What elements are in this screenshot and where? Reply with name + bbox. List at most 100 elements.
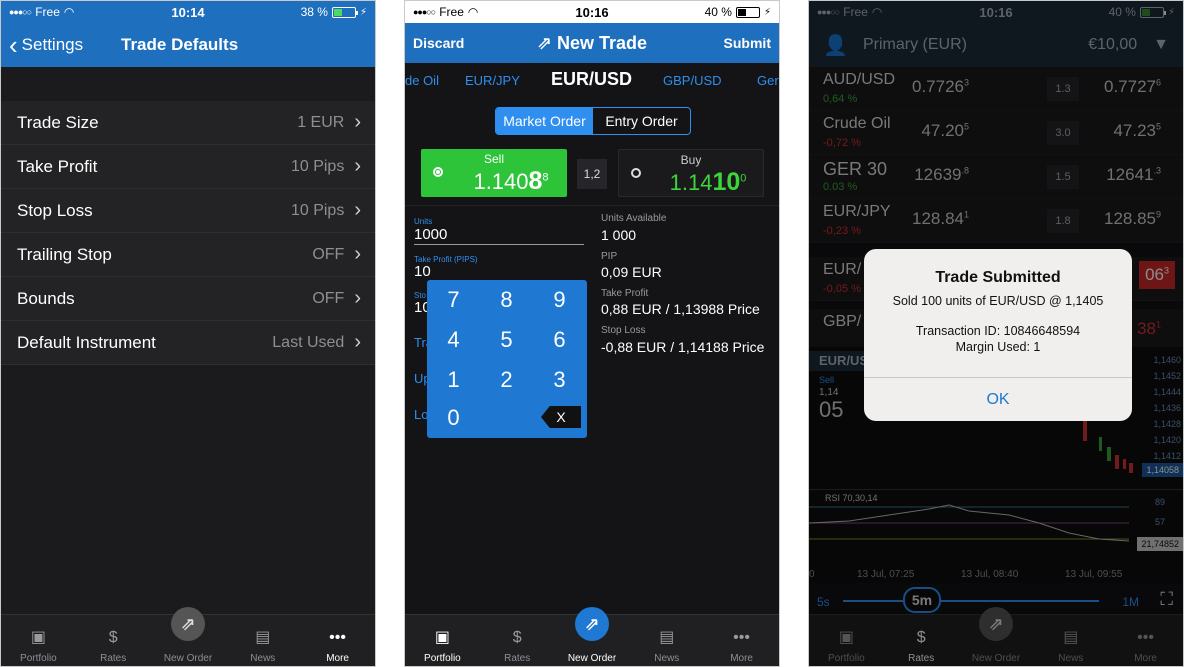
newspaper-icon: ▤ [255, 629, 271, 646]
tab-bar: ▣ Portfolio $ Rates ⇗ New Order ▤ News ••• Mo… [405, 607, 779, 666]
tab-label: New Order [567, 653, 617, 664]
setting-row-default-instrument[interactable]: Default Instrument Last Used › [1, 321, 375, 365]
tab-label: More [326, 653, 349, 664]
chevron-right-icon: › [354, 287, 361, 309]
tab-label: News [654, 653, 680, 664]
key-5[interactable]: 5 [480, 320, 533, 360]
chevron-left-icon: ‹ [9, 30, 18, 60]
setting-label: Stop Loss [17, 200, 93, 220]
market-order-tab[interactable]: Market Order [496, 108, 593, 134]
key-9[interactable]: 9 [533, 280, 586, 320]
chevron-right-icon: › [354, 331, 361, 353]
order-type-segment: Market Order Entry Order [495, 107, 691, 135]
ok-button[interactable]: OK [864, 377, 1132, 421]
take-profit-input[interactable]: 10 [414, 263, 431, 280]
pip-value: 0,09 EUR [601, 264, 662, 280]
sell-price: 1.14088 [455, 167, 567, 196]
buy-price-sup: 0 [740, 172, 747, 185]
chevron-right-icon: › [354, 155, 361, 177]
buy-price-big: 10 [712, 168, 741, 196]
tab-news[interactable]: ▤ News [225, 615, 300, 666]
setting-value: 1 EUR [297, 113, 345, 131]
instrument-tab[interactable]: de Oil [405, 73, 439, 88]
new-order-icon: ⇗ [170, 607, 205, 641]
units-input[interactable]: 1000 [414, 226, 447, 243]
carrier-label: Free [35, 5, 60, 19]
page-title-text: New Trade [557, 32, 648, 53]
delete-key[interactable]: X [541, 406, 581, 428]
key-3[interactable]: 3 [533, 360, 586, 400]
nav-bar: Discard ⇗ New Trade Submit [405, 23, 779, 63]
setting-row-stop-loss[interactable]: Stop Loss 10 Pips › [1, 189, 375, 233]
instrument-tab[interactable]: Ger [757, 73, 779, 88]
tab-new-order[interactable]: ⇗ New Order [555, 607, 630, 666]
buy-button[interactable]: Buy 1.14100 [618, 149, 764, 197]
tab-portfolio[interactable]: ▣ Portfolio [405, 615, 480, 666]
key-4[interactable]: 4 [427, 320, 480, 360]
tab-bar: ▣ Portfolio $ Rates ⇗ New Order ▤ News ••• Mo… [1, 607, 375, 666]
trade-submitted-alert: Trade Submitted Sold 100 units of EUR/US… [864, 249, 1132, 421]
wifi-icon: ◠ [63, 5, 75, 19]
key-8[interactable]: 8 [480, 280, 533, 320]
sell-price-main: 1.140 [473, 169, 529, 194]
newspaper-icon: ▤ [659, 629, 675, 646]
setting-row-take-profit[interactable]: Take Profit 10 Pips › [1, 145, 375, 189]
signal-icon: ●●●○○ [413, 7, 436, 17]
sell-button[interactable]: Sell 1.14088 [421, 149, 567, 197]
key-2[interactable]: 2 [480, 360, 533, 400]
key-1[interactable]: 1 [427, 360, 480, 400]
battery-icon [735, 6, 762, 18]
trade-defaults-screen: ●●●○○ Free ◠ 10:14 38 % ⚡ ‹ Settings Trade D… [0, 0, 376, 667]
chevron-right-icon: › [354, 243, 361, 265]
buy-radio [631, 168, 641, 178]
setting-row-trailing-stop[interactable]: Trailing Stop OFF › [1, 233, 375, 277]
rates-icon: $ [108, 629, 118, 646]
instrument-tab[interactable]: GBP/USD [663, 73, 722, 88]
more-icon: ••• [329, 629, 346, 646]
instrument-tab-selected[interactable]: EUR/USD [551, 69, 632, 90]
sell-label: Sell [483, 152, 504, 166]
entry-order-tab[interactable]: Entry Order [593, 108, 690, 134]
tab-portfolio[interactable]: ▣ Portfolio [1, 615, 76, 666]
rates-icon: $ [512, 629, 522, 646]
sell-radio [433, 167, 443, 177]
units-available-label: Units Available [601, 213, 667, 224]
tab-label: Portfolio [424, 653, 461, 664]
tab-rates[interactable]: $ Rates [480, 615, 555, 666]
setting-row-trade-size[interactable]: Trade Size 1 EUR › [1, 101, 375, 145]
page-title: ⇗ New Trade [523, 33, 661, 54]
instrument-scroller: de Oil EUR/JPY EUR/USD GBP/USD Ger [405, 63, 779, 97]
tab-more[interactable]: ••• More [300, 615, 375, 666]
tab-rates[interactable]: $ Rates [76, 615, 151, 666]
tab-label: News [250, 653, 276, 664]
wifi-icon: ◠ [467, 5, 479, 19]
setting-value: OFF [312, 245, 345, 263]
key-6[interactable]: 6 [533, 320, 586, 360]
discard-button[interactable]: Discard [413, 35, 523, 51]
key-0[interactable]: 0 [427, 398, 480, 438]
tab-news[interactable]: ▤ News [629, 615, 704, 666]
back-label: Settings [21, 35, 84, 54]
setting-row-bounds[interactable]: Bounds OFF › [1, 277, 375, 321]
buy-price: 1.14100 [653, 168, 763, 197]
charging-icon: ⚡ [763, 6, 771, 18]
battery-percent: 40 % [704, 5, 732, 19]
setting-value: 10 Pips [290, 157, 345, 175]
signal-icon: ●●●○○ [9, 7, 32, 17]
tab-label: Rates [504, 653, 531, 664]
units-label: Units [414, 217, 433, 226]
key-7[interactable]: 7 [427, 280, 480, 320]
battery-percent: 38 % [300, 5, 328, 19]
tab-new-order[interactable]: ⇗ New Order [151, 607, 226, 666]
units-underline [414, 244, 584, 245]
setting-label: Trade Size [17, 112, 99, 132]
stop-loss-info-value: -0,88 EUR / 1,14188 Price [601, 339, 765, 355]
status-time: 10:14 [171, 4, 205, 20]
chevron-right-icon: › [354, 199, 361, 221]
settings-list: Trade Size 1 EUR › Take Profit 10 Pips › Sto… [1, 101, 375, 365]
back-button[interactable]: ‹ Settings [1, 30, 121, 60]
tab-more[interactable]: ••• More [704, 615, 779, 666]
instrument-tab[interactable]: EUR/JPY [465, 73, 520, 88]
submit-button[interactable]: Submit [661, 35, 771, 51]
take-profit-info-label: Take Profit [601, 288, 649, 299]
